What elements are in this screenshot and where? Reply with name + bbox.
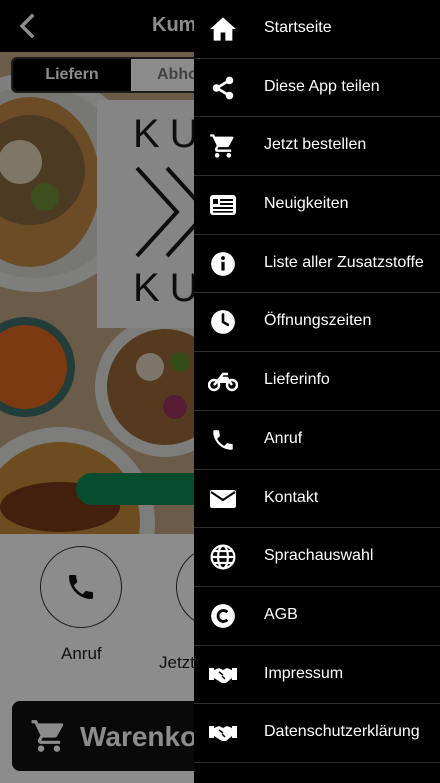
share-icon (208, 74, 238, 102)
menu-item-startseite[interactable]: Startseite (194, 0, 440, 59)
menu-item-imprint[interactable]: Impressum (194, 646, 440, 705)
menu-label: Impressum (264, 664, 344, 682)
menu-label: Datenschutzerklärung (264, 723, 420, 741)
menu-item-privacy[interactable]: Datenschutzerklärung (194, 704, 440, 763)
menu-item-opening-hours[interactable]: Öffnungszeiten (194, 293, 440, 353)
info-icon (208, 250, 238, 278)
menu-label: AGB (264, 605, 298, 623)
cart-icon (208, 132, 238, 160)
menu-item-language[interactable]: Sprachauswahl (194, 528, 440, 587)
globe-icon (208, 543, 238, 571)
menu-item-share-app[interactable]: Diese App teilen (194, 59, 440, 118)
menu-label: Startseite (264, 19, 332, 36)
handshake-icon (208, 661, 238, 689)
envelope-icon (208, 485, 238, 513)
handshake-icon (208, 719, 238, 747)
copyright-icon (208, 602, 238, 630)
menu-item-additives[interactable]: Liste aller Zusatzstoffe (194, 235, 440, 294)
menu-label: Öffnungszeiten (264, 312, 372, 330)
menu-label: Jetzt bestellen (264, 136, 367, 154)
newspaper-icon (208, 191, 238, 219)
menu-label: Diese App teilen (264, 77, 380, 95)
menu-label: Neuigkeiten (264, 195, 349, 213)
menu-label: Sprachauswahl (264, 547, 374, 565)
menu-item-news[interactable]: Neuigkeiten (194, 176, 440, 235)
menu-item-terms[interactable]: AGB (194, 587, 440, 646)
home-icon (208, 15, 238, 43)
menu-label: Liste aller Zusatzstoffe (264, 253, 424, 271)
menu-label: Anruf (264, 429, 303, 447)
clock-icon (208, 308, 238, 336)
menu-label: Lieferinfo (264, 371, 330, 389)
menu-item-contact[interactable]: Kontakt (194, 470, 440, 529)
menu-item-call[interactable]: Anruf (194, 411, 440, 470)
menu-label: Kontakt (264, 488, 319, 506)
motorcycle-icon (208, 367, 238, 395)
menu-item-order-now[interactable]: Jetzt bestellen (194, 117, 440, 177)
navigation-drawer: Startseite Diese App teilen Jetzt bestel… (194, 0, 440, 783)
menu-item-delivery-info[interactable]: Lieferinfo (194, 352, 440, 411)
phone-icon (208, 426, 238, 454)
